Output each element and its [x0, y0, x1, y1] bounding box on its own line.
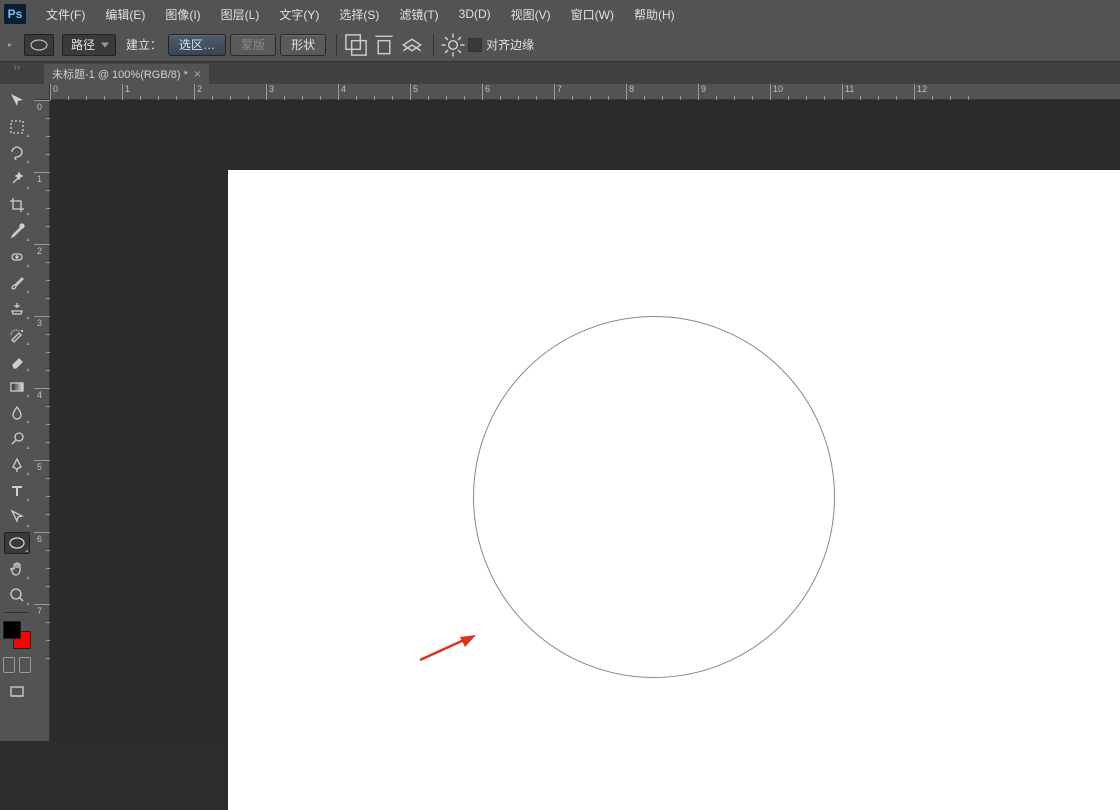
hand-tool[interactable]	[4, 558, 30, 580]
ruler-tick: 3	[266, 84, 274, 100]
ruler-tick: 5	[410, 84, 418, 100]
workspace: 0123456789101112 01234567 Bai du 经 jingy…	[0, 84, 1120, 741]
draw-mode-value: 路径	[71, 36, 95, 53]
ellipse-path[interactable]	[473, 316, 835, 678]
make-shape-button[interactable]: 形状	[280, 34, 326, 56]
dodge-tool[interactable]	[4, 428, 30, 450]
screen-mode-tool[interactable]	[4, 681, 30, 703]
zoom-tool[interactable]	[4, 584, 30, 606]
standard-mode-icon[interactable]	[3, 657, 15, 673]
menu-edit[interactable]: 编辑(E)	[95, 0, 155, 28]
path-arrangement-icon[interactable]	[399, 33, 425, 57]
path-operations-icon[interactable]	[343, 33, 369, 57]
menu-3d[interactable]: 3D(D)	[449, 0, 501, 28]
ruler-tick: 1	[34, 172, 50, 184]
marquee-tool[interactable]	[4, 116, 30, 138]
ruler-tick: 10	[770, 84, 783, 100]
eraser-tool[interactable]	[4, 350, 30, 372]
tool-preset-ellipse[interactable]	[24, 34, 54, 56]
canvas-area: 0123456789101112 01234567 Bai du 经 jingy…	[34, 84, 1120, 741]
clone-stamp-tool[interactable]	[4, 298, 30, 320]
magic-wand-tool[interactable]	[4, 168, 30, 190]
make-selection-button[interactable]: 选区…	[168, 34, 226, 56]
tool-separator	[5, 612, 29, 613]
healing-brush-tool[interactable]	[4, 246, 30, 268]
toolbar-collapse-icon[interactable]: ››	[0, 62, 34, 72]
ruler-tick: 6	[482, 84, 490, 100]
brush-tool[interactable]	[4, 272, 30, 294]
watermark-url: jingyan.baidu.com	[945, 764, 1058, 780]
ruler-tick: 5	[34, 460, 50, 472]
ruler-tick: 2	[34, 244, 50, 256]
crop-tool[interactable]	[4, 194, 30, 216]
svg-text:du: du	[920, 726, 954, 757]
document-tab[interactable]: 未标题-1 @ 100%(RGB/8) * ×	[44, 64, 209, 84]
quick-mask-mode-icon[interactable]	[19, 657, 31, 673]
menu-window[interactable]: 窗口(W)	[561, 0, 624, 28]
ruler-tick: 7	[34, 604, 50, 616]
options-expand-icon[interactable]: ▸	[8, 40, 18, 50]
gear-icon[interactable]	[440, 33, 466, 57]
menu-help[interactable]: 帮助(H)	[624, 0, 685, 28]
annotation-arrow	[418, 633, 478, 668]
watermark-logo: Bai du 经	[876, 695, 1064, 768]
ruler-tick: 9	[698, 84, 706, 100]
menu-view[interactable]: 视图(V)	[501, 0, 561, 28]
align-edges-label: 对齐边缘	[486, 36, 534, 53]
draw-mode-dropdown[interactable]: 路径	[62, 34, 116, 56]
type-tool[interactable]	[4, 480, 30, 502]
ruler-tick: 11	[842, 84, 854, 100]
history-brush-tool[interactable]	[4, 324, 30, 346]
make-mask-button[interactable]: 蒙版	[230, 34, 276, 56]
move-tool[interactable]	[4, 90, 30, 112]
tool-palette	[0, 84, 34, 741]
horizontal-ruler[interactable]: 0123456789101112	[50, 84, 1120, 100]
align-edges-checkbox[interactable]	[468, 38, 482, 52]
ruler-origin[interactable]	[34, 84, 50, 100]
ruler-tick: 3	[34, 316, 50, 328]
ruler-tick: 0	[34, 100, 50, 112]
foreground-color-swatch[interactable]	[3, 621, 21, 639]
color-swatches[interactable]	[3, 621, 31, 649]
menu-image[interactable]: 图像(I)	[155, 0, 210, 28]
ruler-tick: 4	[34, 388, 50, 400]
document-canvas[interactable]: Bai du 经 jingyan.baidu.com	[228, 170, 1120, 810]
ruler-tick: 4	[338, 84, 346, 100]
menu-type[interactable]: 文字(Y)	[269, 0, 329, 28]
document-tab-title: 未标题-1 @ 100%(RGB/8) *	[52, 66, 188, 82]
menu-select[interactable]: 选择(S)	[329, 0, 389, 28]
lasso-tool[interactable]	[4, 142, 30, 164]
path-selection-tool[interactable]	[4, 506, 30, 528]
menu-filter[interactable]: 滤镜(T)	[389, 0, 448, 28]
ruler-tick: 12	[914, 84, 927, 100]
ruler-tick: 2	[194, 84, 202, 100]
separator	[336, 34, 337, 56]
separator	[433, 34, 434, 56]
ruler-tick: 7	[554, 84, 562, 100]
svg-text:经: 经	[1048, 730, 1064, 757]
blur-tool[interactable]	[4, 402, 30, 424]
ruler-tick: 0	[50, 84, 58, 100]
close-icon[interactable]: ×	[194, 67, 201, 81]
eyedropper-tool[interactable]	[4, 220, 30, 242]
menu-file[interactable]: 文件(F)	[36, 0, 95, 28]
path-alignment-icon[interactable]	[371, 33, 397, 57]
ruler-tick: 8	[626, 84, 634, 100]
menu-layer[interactable]: 图层(L)	[211, 0, 270, 28]
pen-tool[interactable]	[4, 454, 30, 476]
gradient-tool[interactable]	[4, 376, 30, 398]
ellipse-shape-tool[interactable]	[4, 532, 30, 554]
ruler-tick: 1	[122, 84, 130, 100]
document-tab-bar: 未标题-1 @ 100%(RGB/8) * ×	[0, 62, 1120, 84]
ruler-tick: 6	[34, 532, 50, 544]
svg-text:Bai: Bai	[876, 726, 920, 757]
build-label: 建立：	[126, 36, 162, 53]
options-bar: ▸ 路径 建立： 选区… 蒙版 形状 对齐边缘	[0, 28, 1120, 62]
menu-bar: Ps 文件(F) 编辑(E) 图像(I) 图层(L) 文字(Y) 选择(S) 滤…	[0, 0, 1120, 28]
vertical-ruler[interactable]: 0 1 2 3 4 5 6 7	[34, 100, 50, 741]
app-logo: Ps	[4, 4, 26, 24]
